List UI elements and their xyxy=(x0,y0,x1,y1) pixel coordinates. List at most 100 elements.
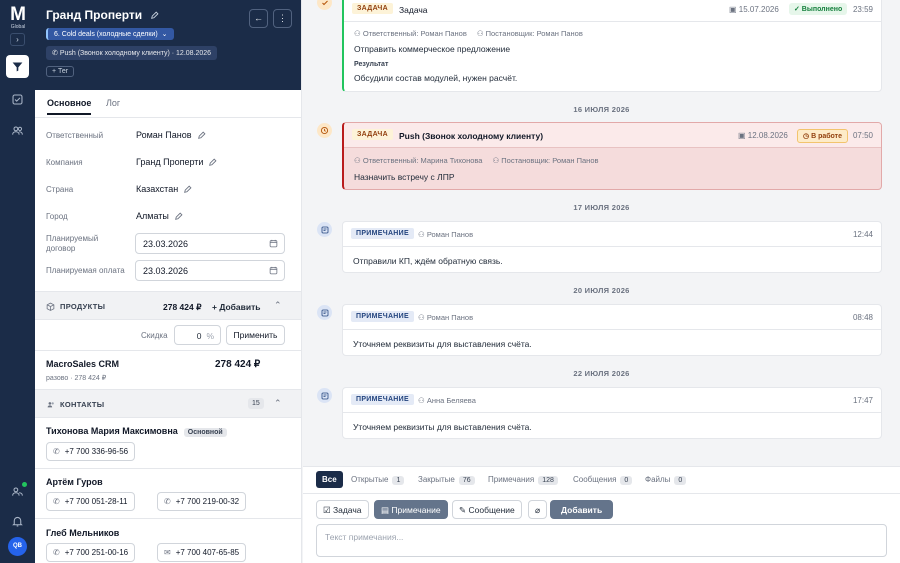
filter-files[interactable]: Файлы 0 xyxy=(645,475,687,485)
filter-count: 76 xyxy=(458,476,475,485)
task-icon xyxy=(317,0,332,10)
pencil-icon[interactable] xyxy=(208,158,217,167)
card-date-text: 15.07.2026 xyxy=(738,5,779,14)
calendar-icon xyxy=(269,239,278,248)
card-time: 07:50 xyxy=(852,131,873,140)
filter-notes[interactable]: Примечания 128 xyxy=(488,475,558,485)
contact-phone[interactable]: ✆ +7 700 051-28-11 xyxy=(46,492,135,511)
contact-name[interactable]: Глеб Мельников xyxy=(46,528,119,538)
filter-icon xyxy=(12,62,23,72)
card-time: 08:48 xyxy=(852,313,873,322)
timeline-task-card-overdue[interactable]: ЗАДАЧА Push (Звонок холодному клиенту) ▣… xyxy=(342,122,882,190)
tab-log[interactable]: Лог xyxy=(106,98,120,108)
contact-phone[interactable]: ✆ +7 700 251-00-16 xyxy=(46,543,136,562)
timeline-note-card[interactable]: ПРИМЕЧАНИЕ ⚇ Роман Панов 08:48 Уточняем … xyxy=(342,304,882,356)
filter-open[interactable]: Открытые 1 xyxy=(351,475,405,485)
chevron-up-icon[interactable]: ⌃ xyxy=(274,398,282,409)
chevron-up-icon[interactable]: ⌃ xyxy=(274,300,282,311)
mail-icon: ✉ xyxy=(164,548,171,557)
divider xyxy=(35,518,301,519)
planned-payment-date-input[interactable]: 23.03.2026 xyxy=(135,260,285,281)
back-button[interactable]: ← xyxy=(249,9,268,28)
status-badge: ◷ В работе xyxy=(797,129,848,143)
pencil-icon[interactable] xyxy=(183,185,192,194)
compose-note-button[interactable]: ▤ Примечание xyxy=(374,500,448,519)
discount-input[interactable]: 0% xyxy=(174,325,221,345)
field-label-country: Страна xyxy=(46,185,74,194)
card-header: ЗАДАЧА Push (Звонок холодному клиенту) ▣… xyxy=(344,123,881,148)
card-header: ПРИМЕЧАНИЕ ⚇ Роман Панов 12:44 xyxy=(343,222,881,247)
filter-messages[interactable]: Сообщения 0 xyxy=(573,475,633,485)
add-tag-button[interactable]: + Тег xyxy=(46,66,75,77)
field-value-responsible[interactable]: Роман Панов xyxy=(136,130,206,140)
timeline-task-card[interactable]: ЗАДАЧА Задача ▣ 15.07.2026 ✓ Выполнено 2… xyxy=(342,0,882,92)
main-contact-badge: Основной xyxy=(183,428,227,437)
card-author-name: Роман Панов xyxy=(426,230,474,239)
product-name[interactable]: MacroSales CRM xyxy=(46,359,119,369)
filter-count: 0 xyxy=(674,476,687,485)
product-subtitle: разово · 278 424 ₽ xyxy=(46,375,107,382)
apply-discount-button[interactable]: Применить xyxy=(226,325,285,345)
next-activity-chip[interactable]: ✆ Push (Звонок холодному клиенту) · 12.0… xyxy=(46,46,218,60)
contact-phone[interactable]: ✆ +7 700 219-00-32 xyxy=(157,492,247,511)
field-value-company[interactable]: Гранд Проперти xyxy=(136,157,217,167)
rail-contacts[interactable] xyxy=(6,119,29,142)
contact-phone[interactable]: ✆ +7 700 336-96-56 xyxy=(46,442,136,461)
pencil-icon[interactable] xyxy=(174,212,183,221)
field-value-city[interactable]: Алматы xyxy=(136,211,183,221)
status-badge: ✓ Выполнено xyxy=(789,3,848,15)
user-icon: ⚇ xyxy=(354,29,363,38)
status-text: В работе xyxy=(811,133,842,140)
card-kind-badge: ПРИМЕЧАНИЕ xyxy=(351,311,414,322)
contact-email[interactable]: ✉ +7 700 407-65-85 xyxy=(157,543,247,562)
compose-message-button[interactable]: ✎ Сообщение xyxy=(452,500,522,519)
rail-notifications[interactable] xyxy=(6,510,29,533)
timeline-note-card[interactable]: ПРИМЕЧАНИЕ ⚇ Анна Беляева 17:47 Уточняем… xyxy=(342,387,882,439)
button-label: Примечание xyxy=(391,505,441,515)
contact-name[interactable]: Тихонова Мария Максимовна Основной xyxy=(46,426,227,437)
phone-number: +7 700 219-00-32 xyxy=(175,497,240,506)
card-header: ПРИМЕЧАНИЕ ⚇ Анна Беляева 17:47 xyxy=(343,388,881,413)
divider xyxy=(35,350,301,351)
app-logo[interactable]: M Global xyxy=(7,5,29,30)
filter-closed[interactable]: Закрытые 76 xyxy=(418,475,475,485)
rail-deals-filter[interactable] xyxy=(6,55,29,78)
contact-name[interactable]: Артём Гуров xyxy=(46,477,103,487)
user-avatar[interactable]: QB xyxy=(8,537,27,556)
attach-file-button[interactable]: ⌀ xyxy=(528,500,548,519)
contacts-section-header[interactable]: КОНТАКТЫ 15 ⌃ xyxy=(35,389,301,418)
timeline-note-card[interactable]: ПРИМЕЧАНИЕ ⚇ Роман Панов 12:44 Отправили… xyxy=(342,221,882,273)
card-setter: Постановщик: Роман Панов xyxy=(501,156,599,165)
field-value-country[interactable]: Казахстан xyxy=(136,184,192,194)
card-header: ЗАДАЧА Задача ▣ 15.07.2026 ✓ Выполнено 2… xyxy=(344,0,881,22)
card-author-name: Роман Панов xyxy=(426,313,474,322)
deal-header: Гранд Проперти ← ⋮ 6. Cold deals (холодн… xyxy=(35,0,301,90)
tab-main[interactable]: Основное xyxy=(47,98,92,115)
field-text: Алматы xyxy=(136,211,169,221)
add-product-button[interactable]: + Добавить xyxy=(212,302,261,312)
pencil-icon[interactable] xyxy=(150,11,159,20)
more-menu-button[interactable]: ⋮ xyxy=(273,9,292,28)
deal-tabs: Основное Лог xyxy=(35,90,301,118)
pencil-icon[interactable] xyxy=(197,131,206,140)
phone-icon: ✆ xyxy=(52,50,60,57)
rail-tasks[interactable] xyxy=(6,88,29,111)
filter-all[interactable]: Все xyxy=(316,471,343,488)
note-icon xyxy=(317,305,332,320)
card-time: 12:44 xyxy=(852,230,873,239)
products-section-header[interactable]: ПРОДУКТЫ 278 424 ₽ + Добавить ⌃ xyxy=(35,291,301,320)
expand-rail-button[interactable]: › xyxy=(10,33,25,46)
field-text: Гранд Проперти xyxy=(136,157,204,167)
online-indicator xyxy=(22,482,27,487)
filter-label: Открытые xyxy=(351,475,389,484)
add-entry-button[interactable]: Добавить xyxy=(550,500,614,519)
compose-task-button[interactable]: ☑ Задача xyxy=(316,500,369,519)
field-label-planned-contract: Планируемый договор xyxy=(46,234,99,253)
deal-stage-select[interactable]: 6. Cold deals (холодные сделки) ⌄ xyxy=(46,28,174,40)
filter-count: 1 xyxy=(392,476,405,485)
note-text-input[interactable]: Текст примечания... xyxy=(316,524,887,557)
contacts-title: КОНТАКТЫ xyxy=(60,400,105,409)
planned-contract-date-input[interactable]: 23.03.2026 xyxy=(135,233,285,254)
card-author: ⚇ Роман Панов xyxy=(418,230,473,239)
divider xyxy=(303,493,900,494)
